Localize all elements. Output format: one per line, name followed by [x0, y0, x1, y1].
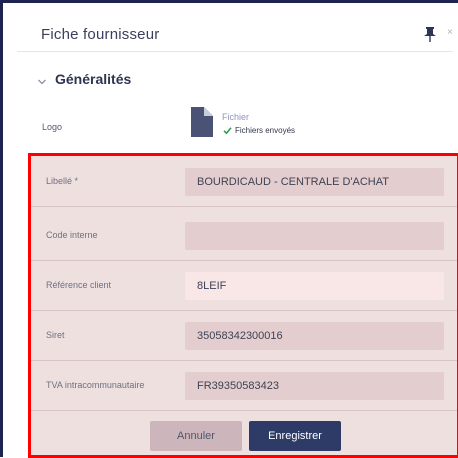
- close-icon[interactable]: ×: [447, 27, 453, 38]
- check-icon: [223, 126, 232, 135]
- field-row-tva: TVA intracommunautaire FR39350583423: [31, 360, 457, 411]
- file-status: Fichiers envoyés: [223, 126, 295, 135]
- logo-label: Logo: [42, 122, 63, 132]
- file-status-text: Fichiers envoyés: [235, 126, 296, 135]
- field-label: Référence client: [46, 280, 112, 290]
- field-row-siret: Siret 35058342300016: [31, 310, 457, 361]
- chevron-down-icon: [37, 74, 47, 85]
- panel-title: Fiche fournisseur: [41, 26, 160, 43]
- tva-input[interactable]: FR39350583423: [185, 372, 444, 400]
- field-row-libelle: Libellé * BOURDICAUD - CENTRALE D'ACHAT: [31, 156, 457, 207]
- libelle-input[interactable]: BOURDICAUD - CENTRALE D'ACHAT: [185, 168, 444, 196]
- section-title: Généralités: [55, 71, 132, 87]
- field-label: Siret: [46, 330, 65, 340]
- save-button[interactable]: Enregistrer: [249, 421, 341, 451]
- reference-client-input[interactable]: 8LEIF: [185, 272, 444, 300]
- panel-header: Fiche fournisseur ×: [17, 3, 453, 52]
- field-row-reference-client: Référence client 8LEIF: [31, 260, 457, 311]
- code-interne-input[interactable]: [185, 222, 444, 250]
- pin-icon[interactable]: [423, 27, 437, 43]
- cancel-button[interactable]: Annuler: [150, 421, 242, 451]
- file-link[interactable]: Fichier: [222, 112, 249, 122]
- supplier-panel: Fiche fournisseur × Généralités Logo Fic…: [0, 0, 458, 458]
- field-row-code-interne: Code interne: [31, 210, 457, 261]
- file-icon[interactable]: [191, 107, 213, 137]
- highlighted-form: Libellé * BOURDICAUD - CENTRALE D'ACHAT …: [28, 153, 458, 458]
- field-label: TVA intracommunautaire: [46, 380, 145, 390]
- siret-input[interactable]: 35058342300016: [185, 322, 444, 350]
- section-generalites[interactable]: Généralités: [37, 70, 131, 88]
- field-label: Code interne: [46, 230, 98, 240]
- field-label: Libellé *: [46, 176, 79, 186]
